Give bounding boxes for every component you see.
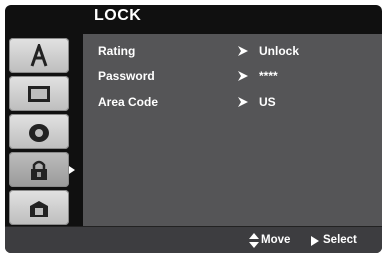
footer-bar: Move Select [5, 226, 382, 253]
sidebar [5, 34, 83, 226]
page-title: LOCK [94, 7, 142, 24]
others-icon [30, 200, 48, 217]
language-icon [30, 43, 48, 66]
tab-audio[interactable] [9, 114, 69, 149]
move-updown-icon [249, 233, 259, 248]
display-icon [28, 85, 50, 102]
password-label[interactable]: Password [98, 69, 155, 83]
tab-language[interactable] [9, 38, 69, 73]
select-hint: Select [323, 234, 357, 246]
rating-arrow-icon [238, 46, 248, 56]
move-hint: Move [261, 234, 291, 246]
rating-label[interactable]: Rating [98, 44, 135, 58]
tab-lock[interactable] [9, 152, 69, 187]
audio-icon [29, 123, 49, 142]
rating-value[interactable]: Unlock [259, 44, 299, 58]
settings-panel [83, 34, 382, 226]
area-code-label[interactable]: Area Code [98, 95, 158, 109]
lock-icon [31, 160, 47, 180]
area-code-value[interactable]: US [259, 95, 276, 109]
screen-osd: LOCK Rating Unlock Password **** Area Co… [5, 5, 382, 253]
select-play-icon [311, 236, 319, 246]
active-tab-arrow-icon [69, 166, 75, 174]
tab-others[interactable] [9, 190, 69, 225]
password-value[interactable]: **** [259, 69, 278, 83]
area-code-arrow-icon [238, 97, 248, 107]
password-arrow-icon [238, 71, 248, 81]
tab-display[interactable] [9, 76, 69, 111]
